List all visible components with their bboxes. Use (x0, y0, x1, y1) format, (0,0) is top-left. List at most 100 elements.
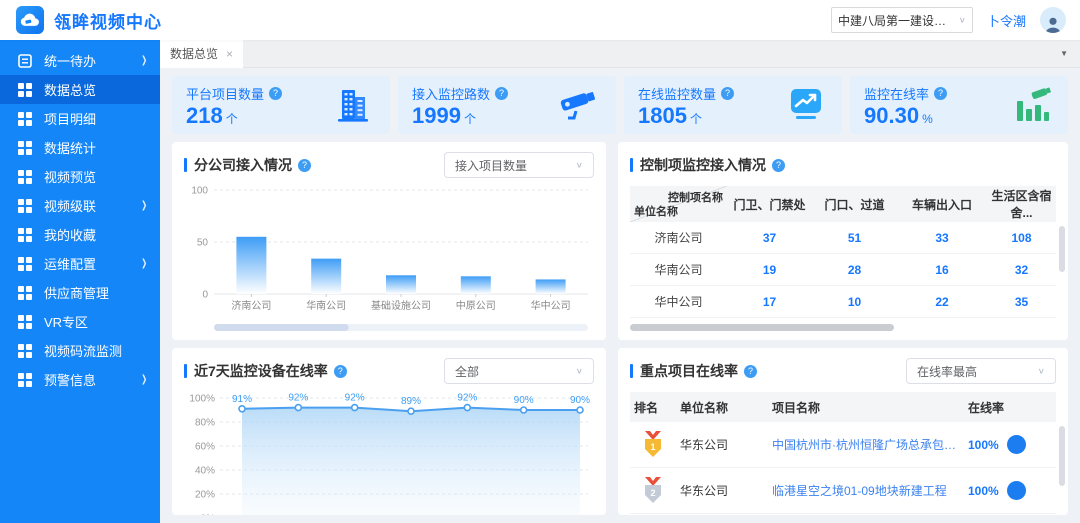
count-cell[interactable]: 37 (727, 231, 812, 245)
sidebar-item-统一待办[interactable]: 统一待办❯ (0, 46, 160, 75)
rate-cell: 100% (964, 435, 1056, 454)
stat-value: 1805个 (638, 105, 734, 127)
sidebar-item-label: VR专区 (44, 312, 88, 331)
count-cell[interactable]: 16 (897, 263, 987, 277)
unit-name-cell: 济南公司 (630, 229, 727, 246)
count-cell[interactable]: 22 (897, 295, 987, 309)
chevron-down-icon: ∨ (576, 161, 583, 170)
sidebar-item-数据统计[interactable]: 数据统计 (0, 133, 160, 162)
svg-text:20%: 20% (195, 490, 215, 501)
sidebar-item-label: 视频预览 (44, 167, 96, 186)
sidebar-item-视频码流监测[interactable]: 视频码流监测 (0, 336, 160, 365)
vertical-scrollbar[interactable] (1059, 426, 1065, 486)
column-header: 车辆出入口 (897, 196, 987, 213)
rate-sort-select[interactable]: 在线率最高 ∨ (906, 358, 1056, 384)
count-cell[interactable]: 28 (812, 263, 897, 277)
help-icon[interactable]: ? (772, 159, 785, 172)
help-icon[interactable]: ? (334, 365, 347, 378)
grid-icon (18, 199, 32, 213)
grid-icon (18, 373, 32, 387)
company-select[interactable]: 中建八局第一建设有限公司 ∨ (831, 7, 973, 33)
count-cell[interactable]: 10 (812, 295, 897, 309)
svg-text:80%: 80% (195, 418, 215, 429)
horizontal-scrollbar[interactable] (630, 324, 894, 331)
stat-label-text: 在线监控数量 (638, 84, 716, 103)
sidebar-item-label: 项目明细 (44, 109, 96, 128)
column-header: 门卫、门禁处 (727, 196, 812, 213)
help-icon[interactable]: ? (744, 365, 757, 378)
grid-icon (18, 315, 32, 329)
help-icon[interactable]: ? (495, 87, 508, 100)
device-filter-select[interactable]: 全部 ∨ (444, 358, 594, 384)
sidebar-item-供应商管理[interactable]: 供应商管理 (0, 278, 160, 307)
stat-label-text: 接入监控路数 (412, 84, 490, 103)
sidebar-item-项目明细[interactable]: 项目明细 (0, 104, 160, 133)
online-rate-line-chart[interactable]: 100%80%60%40%20%0%91%92%92%89%92%90%90% (184, 384, 592, 515)
stat-unit: 个 (690, 112, 702, 126)
count-cell[interactable]: 51 (812, 231, 897, 245)
unit-name-cell: 华东公司 (676, 436, 768, 453)
stat-unit: % (922, 112, 933, 126)
panel-title: 近7天监控设备在线率 (194, 361, 328, 381)
panel-title: 分公司接入情况 (194, 155, 292, 175)
rank-cell: 2 (630, 477, 676, 505)
sidebar-item-数据总览[interactable]: 数据总览 (0, 75, 160, 104)
grid-icon (18, 141, 32, 155)
sidebar-item-预警信息[interactable]: 预警信息❯ (0, 365, 160, 394)
grid-icon (18, 257, 32, 271)
column-header: 生活区含宿舍... (987, 187, 1056, 221)
grid-icon (18, 344, 32, 358)
project-link[interactable]: 中国杭州市·杭州恒隆广场总承包（标段1）工程 (768, 436, 964, 453)
stat-unit: 个 (464, 112, 476, 126)
count-cell[interactable]: 32 (987, 263, 1056, 277)
count-cell[interactable]: 108 (987, 231, 1056, 245)
topbar: 瓴眸视频中心 中建八局第一建设有限公司 ∨ 卜令潮 (0, 0, 1080, 40)
username[interactable]: 卜令潮 (987, 11, 1026, 30)
svg-text:0: 0 (202, 290, 208, 301)
column-header: 单位名称 (676, 399, 768, 416)
stat-card-在线监控数量: 在线监控数量? 1805个 (624, 76, 842, 134)
help-icon[interactable]: ? (269, 87, 282, 100)
rank-cell: 1 (630, 431, 676, 459)
datazoom-slider[interactable] (214, 324, 349, 331)
help-icon[interactable]: ? (721, 87, 734, 100)
tab-close-icon[interactable]: × (226, 47, 233, 61)
vertical-scrollbar[interactable] (1059, 226, 1065, 272)
app-window: 瓴眸视频中心 中建八局第一建设有限公司 ∨ 卜令潮 统一待办❯数据总览项目明细数… (0, 0, 1080, 523)
key-projects-header: 排名单位名称项目名称在线率 (630, 392, 1056, 422)
app-logo-cloud-icon (16, 6, 44, 34)
stat-value: 90.30% (864, 105, 947, 127)
column-header: 排名 (630, 399, 676, 416)
help-icon[interactable]: ? (298, 159, 311, 172)
count-cell[interactable]: 19 (727, 263, 812, 277)
count-cell[interactable]: 33 (897, 231, 987, 245)
camera-icon (558, 85, 600, 125)
branch-metric-select[interactable]: 接入项目数量 ∨ (444, 152, 594, 178)
chevron-down-icon: ∨ (959, 16, 966, 25)
sidebar-item-视频级联[interactable]: 视频级联❯ (0, 191, 160, 220)
rate-value: 100% (968, 484, 999, 498)
panel-title: 控制项监控接入情况 (640, 155, 766, 175)
corner-label-bottom: 单位名称 (634, 203, 678, 219)
title-bar-accent (184, 158, 187, 172)
stat-label-text: 监控在线率 (864, 84, 929, 103)
svg-text:91%: 91% (232, 394, 252, 405)
sidebar: 统一待办❯数据总览项目明细数据统计视频预览视频级联❯我的收藏运维配置❯供应商管理… (0, 40, 160, 523)
count-cell[interactable]: 17 (727, 295, 812, 309)
count-cell[interactable]: 35 (987, 295, 1056, 309)
project-link[interactable]: 临港星空之境01-09地块新建工程 (768, 482, 964, 499)
branch-bar-chart[interactable]: 100500济南公司华南公司基础设施公司中原公司华中公司 (184, 178, 592, 336)
svg-text:92%: 92% (345, 393, 365, 404)
sidebar-item-我的收藏[interactable]: 我的收藏 (0, 220, 160, 249)
rate-progress-circle (1007, 435, 1026, 454)
sidebar-item-运维配置[interactable]: 运维配置❯ (0, 249, 160, 278)
tabbar-dropdown-icon[interactable]: ▼ (1060, 49, 1068, 58)
svg-text:89%: 89% (401, 396, 421, 407)
avatar[interactable] (1040, 7, 1066, 33)
help-icon[interactable]: ? (934, 87, 947, 100)
sidebar-item-视频预览[interactable]: 视频预览 (0, 162, 160, 191)
stat-card-接入监控路数: 接入监控路数?1999个 (398, 76, 616, 134)
sidebar-item-VR专区[interactable]: VR专区 (0, 307, 160, 336)
tab-data-overview[interactable]: 数据总览 × (160, 40, 243, 68)
svg-text:华中公司: 华中公司 (531, 299, 571, 312)
